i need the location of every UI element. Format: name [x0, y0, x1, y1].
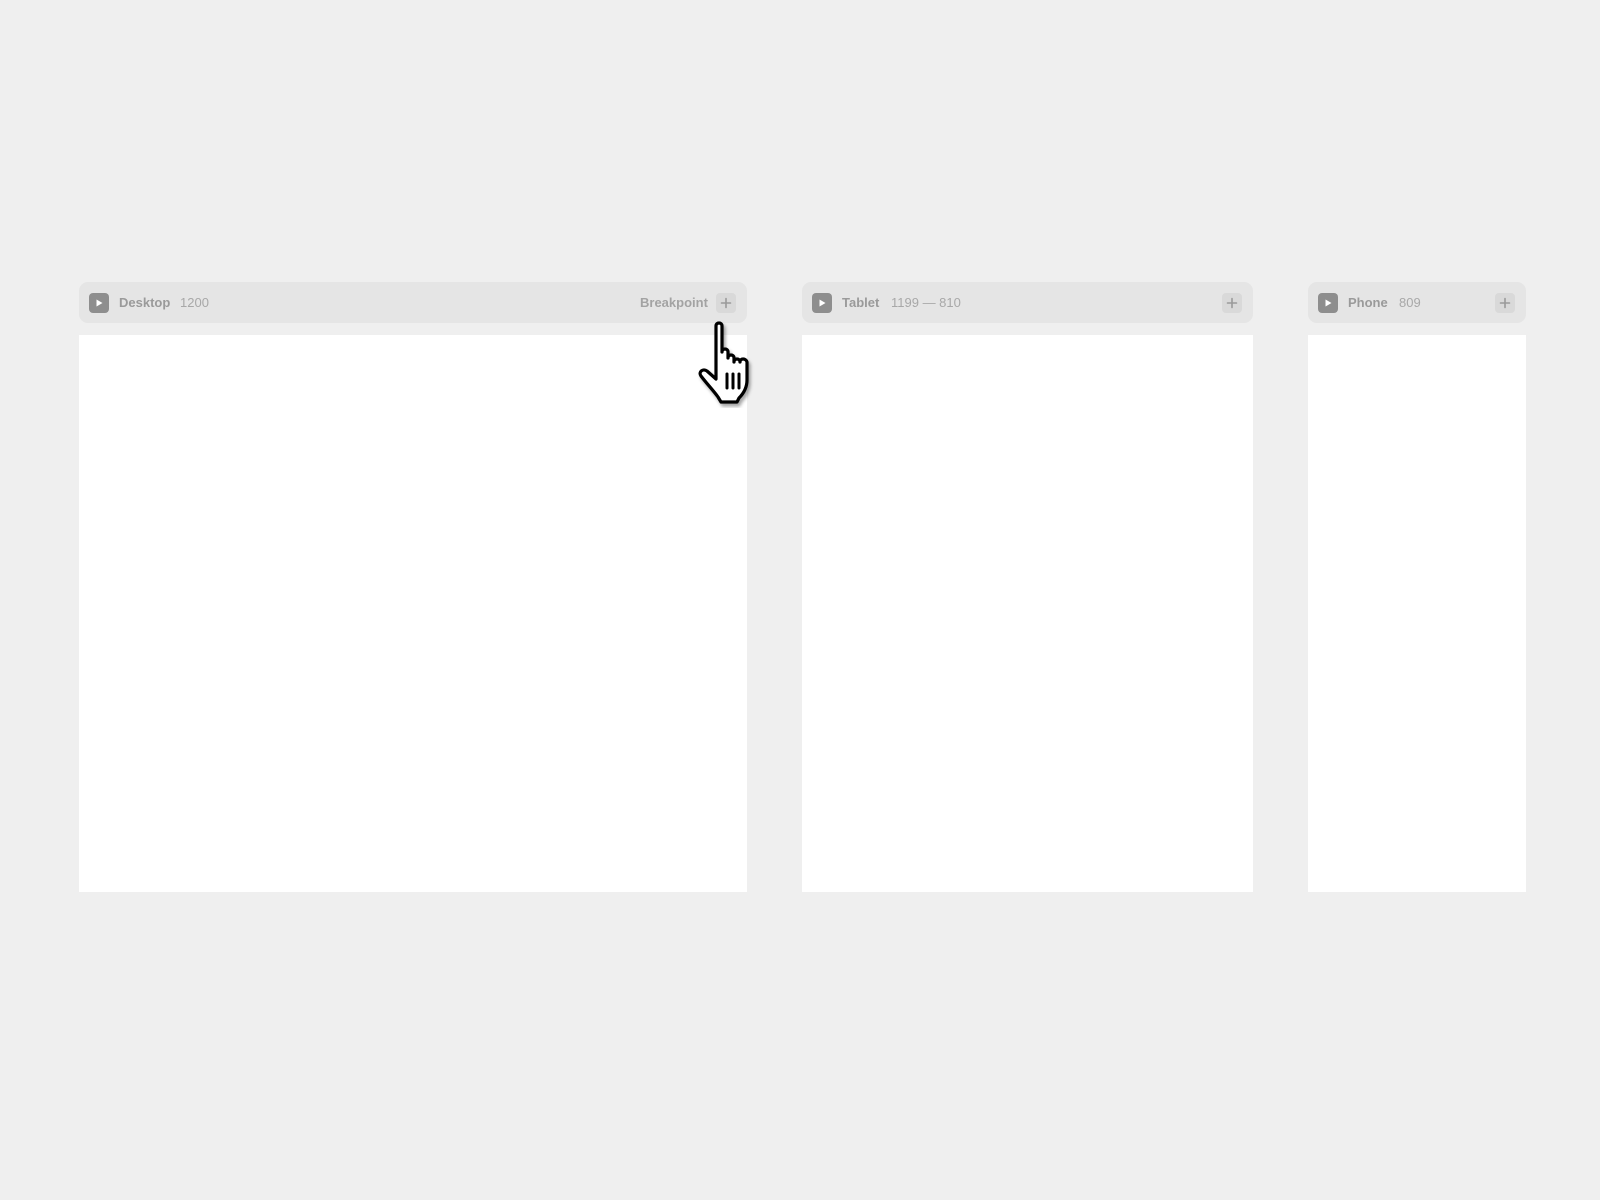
plus-icon — [720, 297, 732, 309]
frame-name: Phone — [1348, 295, 1388, 310]
plus-icon — [1226, 297, 1238, 309]
frame-size: 1199 — 810 — [891, 295, 961, 310]
frame-name: Desktop — [119, 295, 171, 310]
add-breakpoint-button[interactable] — [1495, 293, 1515, 313]
frame-size: 1200 — [180, 295, 209, 310]
frame-header-phone[interactable]: Phone 809 — [1308, 282, 1526, 323]
play-icon[interactable] — [812, 293, 832, 313]
frame-phone: Phone 809 — [1308, 282, 1526, 892]
play-icon[interactable] — [89, 293, 109, 313]
frame-canvas-phone[interactable] — [1308, 335, 1526, 892]
play-icon[interactable] — [1318, 293, 1338, 313]
frame-tablet: Tablet 1199 — 810 — [802, 282, 1253, 892]
add-breakpoint-button[interactable] — [1222, 293, 1242, 313]
frame-canvas-desktop[interactable] — [79, 335, 747, 892]
plus-icon — [1499, 297, 1511, 309]
frame-name: Tablet — [842, 295, 880, 310]
frame-header-tablet[interactable]: Tablet 1199 — 810 — [802, 282, 1253, 323]
frame-desktop: Desktop 1200 Breakpoint — [79, 282, 747, 892]
breakpoint-label[interactable]: Breakpoint — [640, 295, 708, 310]
add-breakpoint-button[interactable] — [716, 293, 736, 313]
frame-header-desktop[interactable]: Desktop 1200 Breakpoint — [79, 282, 747, 323]
frame-canvas-tablet[interactable] — [802, 335, 1253, 892]
frame-size: 809 — [1399, 295, 1421, 310]
